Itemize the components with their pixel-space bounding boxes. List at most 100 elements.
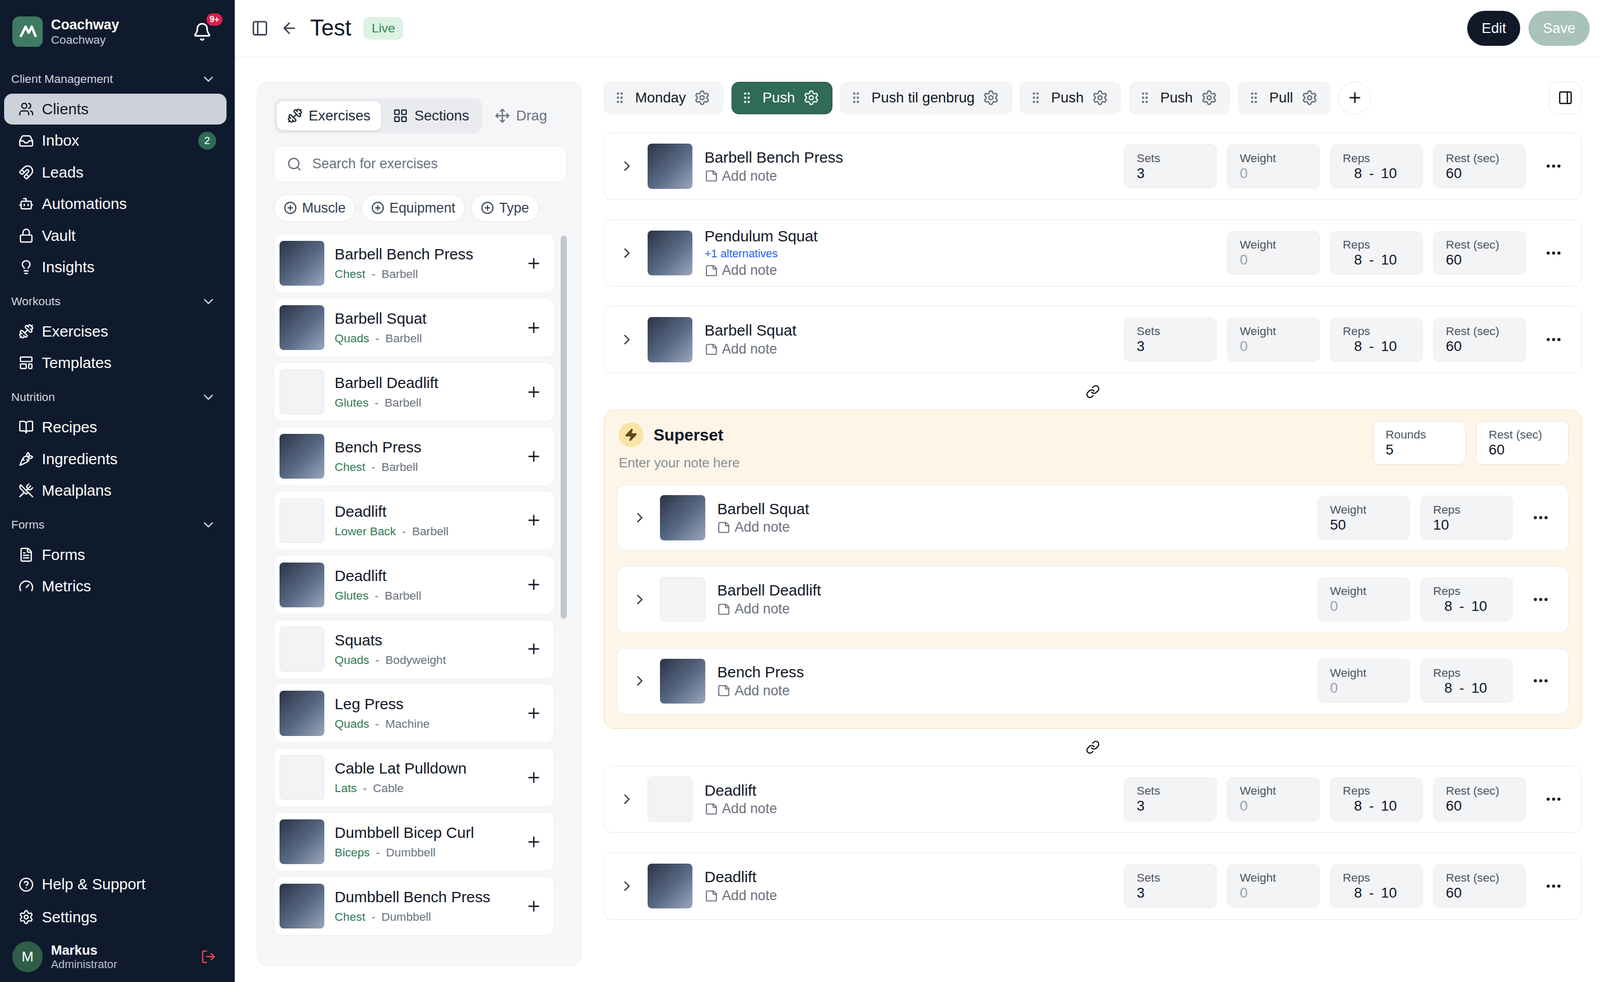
link-icon[interactable] bbox=[1085, 740, 1101, 755]
field[interactable]: Reps8-10 bbox=[1330, 864, 1423, 909]
field-value[interactable]: 60 bbox=[1446, 338, 1514, 355]
expand-icon[interactable] bbox=[618, 878, 636, 895]
gear-icon[interactable] bbox=[982, 89, 1000, 107]
library-item[interactable]: Barbell DeadliftGlutes-Barbell bbox=[273, 362, 555, 422]
more-button[interactable] bbox=[1538, 329, 1569, 351]
field[interactable]: Reps10 bbox=[1420, 495, 1513, 540]
filter-button[interactable]: Muscle bbox=[273, 194, 356, 222]
more-button[interactable] bbox=[1525, 670, 1556, 692]
field-value[interactable]: 8-10 bbox=[1433, 598, 1501, 615]
filter-button[interactable]: Equipment bbox=[361, 194, 465, 222]
field[interactable]: Reps8-10 bbox=[1330, 144, 1423, 188]
field[interactable]: Sets3 bbox=[1123, 864, 1217, 909]
field[interactable]: Rest (sec)60 bbox=[1433, 144, 1526, 188]
nav-item[interactable]: Insights bbox=[4, 251, 227, 283]
library-item[interactable]: Barbell Bench PressChest-Barbell bbox=[273, 233, 555, 293]
library-item[interactable]: SquatsQuads-Bodyweight bbox=[273, 619, 555, 680]
back-button[interactable] bbox=[280, 19, 299, 38]
toggle-sidebar-button[interactable] bbox=[251, 19, 269, 38]
field[interactable]: Sets3 bbox=[1123, 144, 1217, 188]
field[interactable]: Rounds5 bbox=[1372, 421, 1466, 465]
expand-icon[interactable] bbox=[618, 331, 636, 349]
grip-icon[interactable] bbox=[612, 90, 628, 106]
field[interactable]: Rest (sec)60 bbox=[1433, 231, 1526, 275]
add-note[interactable]: Add note bbox=[704, 168, 1112, 185]
nav-item[interactable]: Automations bbox=[4, 188, 227, 220]
field-value[interactable]: 0 bbox=[1239, 884, 1308, 902]
more-button[interactable] bbox=[1525, 589, 1556, 611]
field[interactable]: Reps8-10 bbox=[1330, 317, 1423, 362]
field-value[interactable]: 5 bbox=[1385, 441, 1454, 459]
toggle-panel-button[interactable] bbox=[1549, 81, 1582, 115]
exercise-row[interactable]: Barbell SquatAdd noteWeight50Reps10 bbox=[616, 484, 1569, 552]
field-value[interactable]: 0 bbox=[1239, 797, 1308, 815]
add-note[interactable]: Add note bbox=[717, 519, 1306, 536]
field[interactable]: Weight0 bbox=[1226, 144, 1320, 188]
library-item[interactable]: Cable Lat PulldownLats-Cable bbox=[273, 748, 555, 808]
day-tab[interactable]: Monday bbox=[603, 81, 723, 115]
add-icon[interactable] bbox=[525, 384, 543, 401]
grip-icon[interactable] bbox=[1028, 90, 1043, 106]
add-icon[interactable] bbox=[525, 448, 543, 465]
field-value[interactable]: 3 bbox=[1136, 797, 1205, 815]
add-note[interactable]: Add note bbox=[717, 683, 1306, 700]
superset[interactable]: SupersetRounds5Rest (sec)60Barbell Squat… bbox=[603, 410, 1582, 730]
field[interactable]: Sets3 bbox=[1123, 777, 1217, 822]
field-value[interactable]: 8-10 bbox=[1342, 884, 1411, 902]
library-tab[interactable]: Drag bbox=[494, 107, 548, 125]
add-icon[interactable] bbox=[525, 705, 543, 722]
grip-icon[interactable] bbox=[1137, 90, 1153, 106]
alternatives-link[interactable]: +1 alternatives bbox=[704, 247, 1215, 261]
exercise-row[interactable]: Barbell Bench PressAdd noteSets3Weight0R… bbox=[603, 132, 1582, 201]
library-item[interactable]: DeadliftGlutes-Barbell bbox=[273, 555, 555, 615]
filter-button[interactable]: Type bbox=[471, 194, 539, 222]
add-note[interactable]: Add note bbox=[704, 888, 1112, 904]
expand-icon[interactable] bbox=[631, 509, 649, 527]
field-value[interactable]: 50 bbox=[1330, 516, 1398, 534]
field[interactable]: Weight0 bbox=[1226, 317, 1320, 362]
add-icon[interactable] bbox=[525, 576, 543, 594]
add-icon[interactable] bbox=[525, 512, 543, 529]
day-tab[interactable]: Push bbox=[731, 81, 833, 115]
library-tab[interactable]: Sections bbox=[383, 101, 480, 131]
add-note[interactable]: Add note bbox=[717, 601, 1306, 618]
field-value[interactable]: 8-10 bbox=[1433, 680, 1501, 697]
library-item[interactable]: Dumbbell Bicep CurlBiceps-Dumbbell bbox=[273, 812, 555, 872]
chevron-icon[interactable] bbox=[200, 293, 217, 310]
field[interactable]: Weight50 bbox=[1317, 495, 1411, 540]
nav-item[interactable]: Mealplans bbox=[4, 475, 227, 506]
more-button[interactable] bbox=[1538, 789, 1569, 810]
field[interactable]: Sets3 bbox=[1123, 317, 1217, 362]
user[interactable]: MMarkusAdministrator bbox=[4, 933, 227, 973]
day-tab[interactable]: Push bbox=[1019, 81, 1121, 115]
field-value[interactable]: 60 bbox=[1446, 884, 1514, 902]
footer-item[interactable]: Settings bbox=[4, 901, 227, 933]
field-value[interactable]: 3 bbox=[1136, 884, 1205, 902]
expand-icon[interactable] bbox=[631, 591, 649, 608]
library-tab[interactable]: Exercises bbox=[276, 101, 381, 131]
add-icon[interactable] bbox=[525, 255, 543, 272]
day-tab[interactable]: Pull bbox=[1238, 81, 1331, 115]
add-icon[interactable] bbox=[525, 319, 543, 337]
nav-item[interactable]: Ingredients bbox=[4, 443, 227, 475]
section-header[interactable]: Forms bbox=[4, 507, 227, 539]
field[interactable]: Reps8-10 bbox=[1420, 577, 1513, 622]
chevron-icon[interactable] bbox=[200, 71, 217, 88]
nav-item[interactable]: Inbox2 bbox=[4, 125, 227, 156]
nav-item[interactable]: Recipes bbox=[4, 411, 227, 443]
add-icon[interactable] bbox=[525, 769, 543, 787]
expand-icon[interactable] bbox=[618, 158, 636, 175]
field[interactable]: Rest (sec)60 bbox=[1433, 864, 1526, 909]
field-value[interactable]: 8-10 bbox=[1342, 251, 1411, 269]
exercise-row[interactable]: DeadliftAdd noteSets3Weight0Reps8-10Rest… bbox=[603, 852, 1582, 920]
add-icon[interactable] bbox=[525, 640, 543, 658]
add-note[interactable]: Add note bbox=[704, 262, 1215, 279]
field[interactable]: Weight0 bbox=[1226, 777, 1320, 822]
library-item[interactable]: Barbell SquatQuads-Barbell bbox=[273, 298, 555, 358]
expand-icon[interactable] bbox=[631, 672, 649, 690]
day-tab[interactable]: Push til genbrug bbox=[840, 81, 1012, 115]
exercise-row[interactable]: Bench PressAdd noteWeight0Reps8-10 bbox=[616, 648, 1569, 715]
library-item[interactable]: Dumbbell Bench PressChest-Dumbbell bbox=[273, 876, 555, 936]
chevron-icon[interactable] bbox=[200, 389, 217, 406]
link-icon[interactable] bbox=[1085, 384, 1101, 399]
